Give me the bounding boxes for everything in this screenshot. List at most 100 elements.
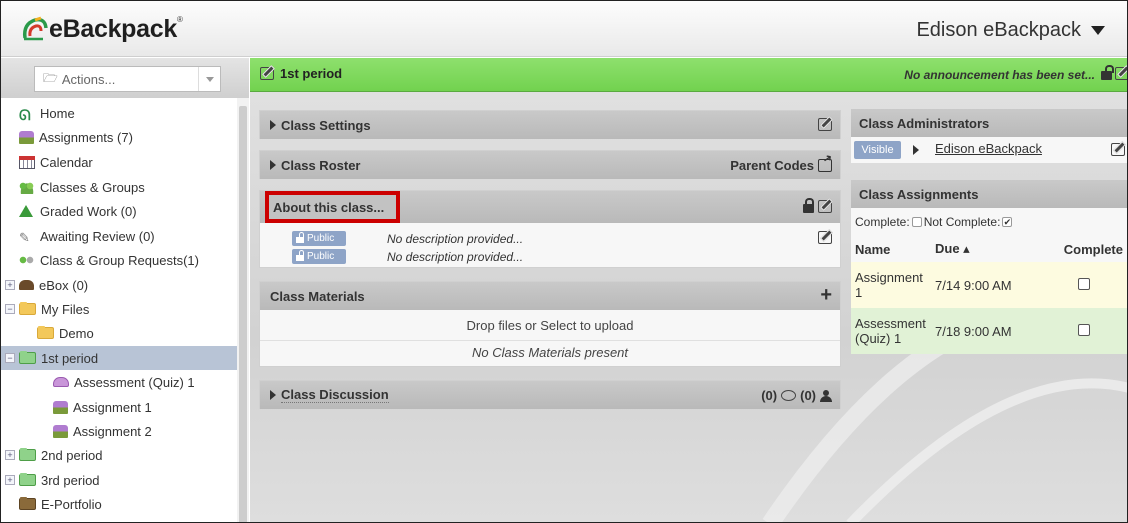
class-assignments-header: Class Assignments bbox=[851, 180, 1127, 208]
calendar-icon bbox=[19, 155, 35, 169]
edit-icon[interactable] bbox=[818, 231, 832, 244]
class-discussion-header[interactable]: Class Discussion (0) (0) bbox=[260, 381, 840, 409]
sidebar-item-ebox[interactable]: + eBox (0) bbox=[5, 273, 88, 297]
user-menu[interactable]: Edison eBackpack bbox=[916, 19, 1105, 42]
caret-down-icon bbox=[1091, 26, 1105, 35]
assignment-name-line: 1 bbox=[855, 285, 863, 300]
sidebar-item-requests[interactable]: Class & Group Requests(1) bbox=[19, 248, 199, 272]
sidebar-item-label: Class & Group Requests(1) bbox=[40, 252, 199, 268]
sidebar-item-label: 3rd period bbox=[41, 472, 100, 488]
sidebar-item-graded-work[interactable]: Graded Work (0) bbox=[19, 199, 137, 223]
expand-icon[interactable]: + bbox=[5, 280, 15, 290]
edit-icon[interactable] bbox=[1115, 67, 1127, 80]
class-roster-header[interactable]: Class Roster Parent Codes bbox=[260, 151, 840, 179]
table-row[interactable]: Assignment 1 7/14 9:00 AM bbox=[851, 262, 1127, 308]
column-header-name[interactable]: Name bbox=[851, 236, 931, 262]
class-folder-icon bbox=[19, 351, 36, 364]
sidebar-item-demo[interactable]: Demo bbox=[37, 321, 94, 345]
panel-actions: (0) (0) bbox=[761, 388, 832, 403]
comment-bubble-icon[interactable] bbox=[781, 390, 797, 401]
edit-icon[interactable] bbox=[1111, 143, 1125, 156]
assignment-name-line: (Quiz) 1 bbox=[855, 331, 902, 346]
sidebar-item-classes-groups[interactable]: Classes & Groups bbox=[19, 175, 145, 199]
user-menu-label: Edison eBackpack bbox=[916, 19, 1081, 41]
about-class-header[interactable]: About this class... bbox=[260, 191, 840, 223]
announcement-text[interactable]: No announcement has been set... bbox=[904, 68, 1095, 82]
expand-triangle-icon bbox=[270, 120, 276, 130]
add-icon[interactable]: + bbox=[820, 285, 832, 305]
column-header-due[interactable]: Due ▴ bbox=[931, 236, 1040, 262]
edit-icon[interactable] bbox=[818, 118, 832, 131]
assignments-table: Name Due ▴ Complete Assignment 1 7/14 9:… bbox=[851, 236, 1127, 354]
sidebar-item-home[interactable]: ᘏ Home bbox=[19, 101, 75, 125]
sidebar-item-assignments[interactable]: Assignments (7) bbox=[19, 125, 133, 149]
upload-dropzone[interactable]: Drop files or Select to upload bbox=[260, 314, 840, 337]
administrator-link[interactable]: Edison eBackpack bbox=[935, 141, 1042, 156]
complete-filter-checkbox[interactable] bbox=[911, 217, 922, 227]
assignment-complete-cell bbox=[1040, 262, 1127, 308]
sidebar: 🗁 Actions... ᘏ Home Assignments (7) Cale… bbox=[1, 58, 249, 522]
pencil-icon: ✎ bbox=[19, 229, 30, 245]
sidebar-item-assignment-2[interactable]: Assignment 2 bbox=[53, 419, 152, 443]
assignment-name-cell[interactable]: Assessment (Quiz) 1 bbox=[851, 308, 931, 354]
about-class-title-highlight[interactable]: About this class... bbox=[265, 191, 400, 223]
class-discussion-title: Class Discussion bbox=[281, 387, 389, 403]
sidebar-item-label: Demo bbox=[59, 325, 94, 341]
sidebar-item-label: 1st period bbox=[41, 350, 99, 366]
sidebar-item-label: Classes & Groups bbox=[40, 179, 145, 195]
sidebar-item-awaiting-review[interactable]: ✎ Awaiting Review (0) bbox=[19, 224, 155, 248]
person-icon[interactable] bbox=[820, 389, 832, 402]
assignment-name-cell[interactable]: Assignment 1 bbox=[851, 262, 931, 308]
table-row[interactable]: Assessment (Quiz) 1 7/18 9:00 AM bbox=[851, 308, 1127, 354]
sidebar-item-calendar[interactable]: Calendar bbox=[19, 150, 93, 174]
share-icon[interactable] bbox=[818, 159, 832, 172]
class-folder-icon bbox=[19, 448, 36, 461]
parent-codes-label[interactable]: Parent Codes bbox=[730, 158, 814, 173]
quiz-icon bbox=[53, 377, 69, 387]
sidebar-item-2nd-period[interactable]: + 2nd period bbox=[5, 443, 102, 467]
sidebar-item-assignment-1[interactable]: Assignment 1 bbox=[53, 395, 152, 419]
expand-icon[interactable]: + bbox=[5, 475, 15, 485]
sidebar-scrollbar[interactable] bbox=[237, 98, 249, 522]
class-roster-title: Class Roster bbox=[281, 157, 361, 173]
public-badge-label: Public bbox=[307, 233, 335, 244]
sidebar-item-assessment-quiz-1[interactable]: Assessment (Quiz) 1 bbox=[53, 370, 195, 394]
sidebar-item-e-portfolio[interactable]: E-Portfolio bbox=[19, 492, 102, 516]
class-administrators-title: Class Administrators bbox=[859, 115, 990, 131]
class-materials-header[interactable]: Class Materials + bbox=[260, 282, 840, 310]
class-settings-header[interactable]: Class Settings bbox=[260, 111, 840, 139]
lock-icon[interactable] bbox=[803, 198, 814, 213]
not-complete-filter-checkbox[interactable] bbox=[1002, 217, 1013, 227]
description-row: Public No description provided... bbox=[260, 230, 840, 247]
description-text: No description provided... bbox=[387, 231, 524, 246]
expand-triangle-icon[interactable] bbox=[913, 145, 919, 155]
actions-dropdown[interactable]: 🗁 Actions... bbox=[34, 66, 221, 92]
participant-count: (0) bbox=[800, 388, 816, 403]
sidebar-item-my-files[interactable]: − My Files bbox=[5, 297, 89, 321]
public-badge[interactable]: Public bbox=[292, 249, 346, 264]
public-badge[interactable]: Public bbox=[292, 231, 346, 246]
unlock-icon bbox=[296, 232, 304, 243]
about-class-panel: About this class... Public No descriptio… bbox=[259, 190, 841, 268]
sidebar-item-1st-period[interactable]: − 1st period bbox=[1, 346, 237, 370]
sidebar-tree: ᘏ Home Assignments (7) Calendar Classes … bbox=[1, 98, 237, 522]
complete-checkbox[interactable] bbox=[1078, 323, 1091, 336]
class-title-label: 1st period bbox=[280, 66, 343, 81]
expand-icon[interactable]: + bbox=[5, 450, 15, 460]
unlock-icon bbox=[296, 250, 304, 261]
collapse-icon[interactable]: − bbox=[5, 353, 15, 363]
column-header-complete[interactable]: Complete bbox=[1040, 236, 1127, 262]
visible-badge[interactable]: Visible bbox=[854, 141, 901, 159]
complete-checkbox[interactable] bbox=[1078, 277, 1091, 290]
brand-logo[interactable]: eBackpack ® bbox=[21, 14, 183, 44]
assignment-bag-icon bbox=[53, 424, 68, 438]
edit-icon[interactable] bbox=[818, 200, 832, 213]
panel-actions bbox=[818, 118, 832, 131]
app-window: eBackpack ® Edison eBackpack 🗁 Actions..… bbox=[0, 0, 1128, 523]
sidebar-item-3rd-period[interactable]: + 3rd period bbox=[5, 468, 100, 492]
sidebar-item-label: Assignment 2 bbox=[73, 423, 152, 439]
collapse-icon[interactable]: − bbox=[5, 304, 15, 314]
edit-icon[interactable] bbox=[260, 67, 274, 80]
unlock-icon[interactable] bbox=[1101, 65, 1114, 80]
scrollbar-thumb[interactable] bbox=[239, 106, 247, 522]
